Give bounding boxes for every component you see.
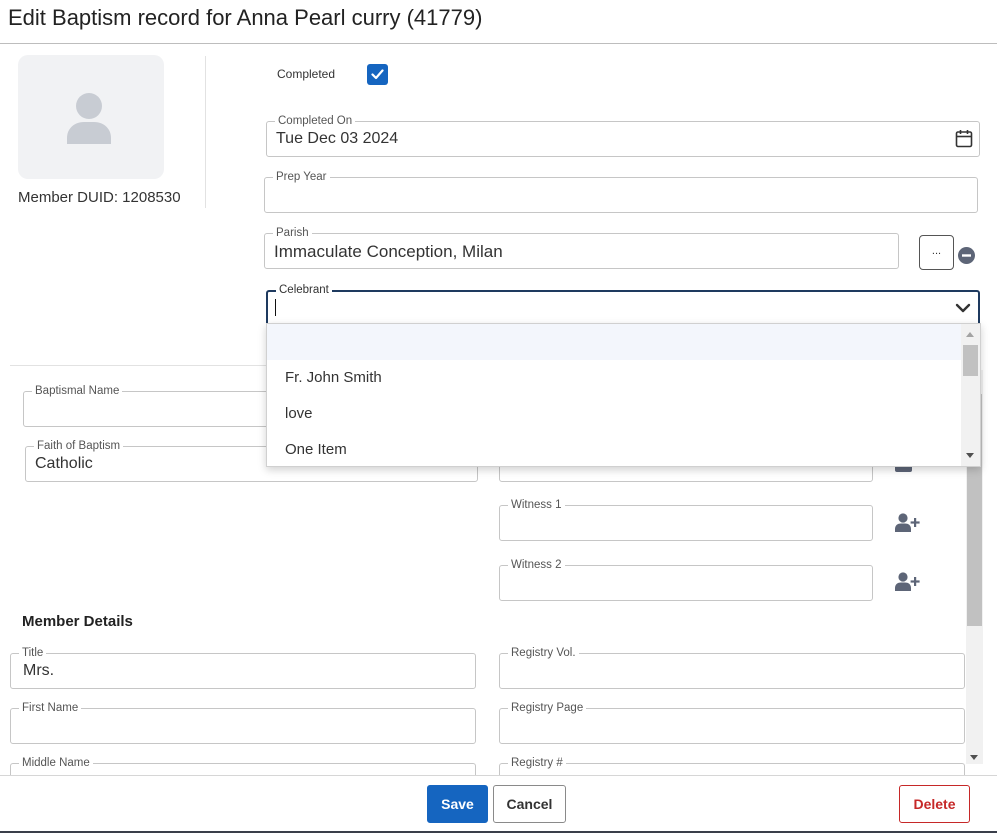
member-duid: Member DUID: 1208530 [18, 189, 181, 206]
registry-page-label: Registry Page [508, 701, 587, 715]
prep-year-field[interactable]: Prep Year [264, 170, 978, 213]
registry-number-label: Registry # [508, 756, 566, 770]
dropdown-scrollbar-thumb[interactable] [963, 345, 978, 376]
witness1-field[interactable]: Witness 1 [499, 498, 873, 541]
middle-name-label: Middle Name [19, 756, 93, 770]
registry-vol-label: Registry Vol. [508, 646, 579, 660]
text-caret [275, 299, 276, 316]
celebrant-option[interactable]: love [267, 396, 961, 432]
parish-value: Immaculate Conception, Milan [274, 242, 503, 261]
title-label: Title [19, 646, 47, 660]
middle-name-field[interactable]: Middle Name [10, 756, 476, 775]
title-divider [0, 43, 997, 44]
registry-page-field[interactable]: Registry Page [499, 701, 965, 744]
celebrant-option[interactable] [267, 324, 961, 360]
dropdown-scroll-down-arrow[interactable] [966, 453, 974, 458]
title-value: Mrs. [23, 662, 55, 679]
witness2-label: Witness 2 [508, 558, 565, 572]
user-plus-icon[interactable] [895, 513, 920, 533]
first-name-field[interactable]: First Name [10, 701, 476, 744]
delete-button[interactable]: Delete [899, 785, 970, 823]
completed-on-value: Tue Dec 03 2024 [276, 130, 399, 147]
footer-divider [0, 775, 997, 776]
celebrant-option[interactable]: Fr. John Smith [267, 360, 961, 396]
dropdown-scrollbar[interactable] [961, 324, 980, 466]
parish-label: Parish [273, 226, 312, 240]
dropdown-scroll-up-arrow[interactable] [966, 332, 974, 337]
check-icon [371, 69, 384, 80]
witness2-field[interactable]: Witness 2 [499, 558, 873, 601]
cancel-button[interactable]: Cancel [493, 785, 566, 823]
completed-on-field[interactable]: Completed On Tue Dec 03 2024 [266, 114, 980, 157]
avatar [18, 55, 164, 179]
title-field[interactable]: Title Mrs. [10, 646, 476, 689]
first-name-label: First Name [19, 701, 82, 715]
save-button[interactable]: Save [427, 785, 488, 823]
user-plus-icon[interactable] [895, 572, 920, 592]
minus-circle-icon[interactable] [958, 247, 975, 264]
faith-of-baptism-value: Catholic [35, 455, 93, 472]
registry-number-field[interactable]: Registry # [499, 756, 965, 775]
faith-of-baptism-label: Faith of Baptism [34, 439, 124, 453]
parish-picker-button[interactable]: ... [919, 235, 954, 270]
prep-year-label: Prep Year [273, 170, 330, 184]
celebrant-dropdown: Fr. John Smith love One Item [266, 323, 981, 467]
celebrant-select[interactable]: Celebrant [266, 283, 980, 326]
member-details-heading: Member Details [22, 613, 133, 630]
parish-field[interactable]: Parish Immaculate Conception, Milan [264, 226, 899, 269]
form-scrollbar-down-arrow[interactable] [970, 755, 978, 760]
person-silhouette-icon [67, 93, 111, 144]
vertical-divider [205, 56, 206, 208]
completed-checkbox[interactable] [367, 64, 388, 85]
chevron-down-icon[interactable] [955, 302, 971, 314]
completed-on-label: Completed On [275, 114, 356, 128]
registry-vol-field[interactable]: Registry Vol. [499, 646, 965, 689]
completed-label: Completed [277, 67, 336, 81]
horizontal-divider [10, 365, 268, 366]
witness1-label: Witness 1 [508, 498, 565, 512]
celebrant-label: Celebrant [276, 283, 332, 297]
baptismal-name-label: Baptismal Name [32, 384, 123, 398]
calendar-icon[interactable] [955, 129, 973, 148]
celebrant-option[interactable]: One Item [267, 432, 961, 466]
dialog-title: Edit Baptism record for Anna Pearl curry… [8, 5, 483, 30]
